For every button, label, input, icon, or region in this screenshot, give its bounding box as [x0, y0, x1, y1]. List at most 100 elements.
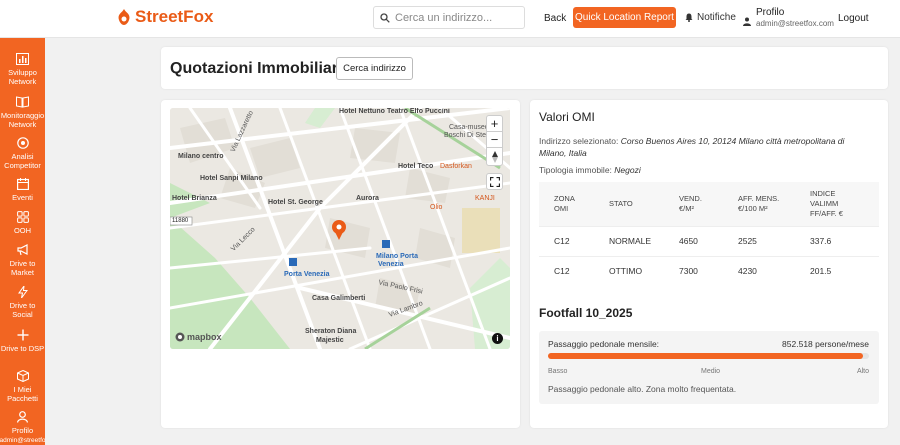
map-label: Venezia — [378, 261, 404, 268]
sidebar-item-profilo[interactable]: Profilo admin@streetfo — [0, 411, 45, 445]
sidebar-item-label: Eventi — [12, 193, 33, 202]
footfall-title: Footfall 10_2025 — [539, 306, 633, 320]
cell-rent: 2525 — [723, 225, 795, 256]
fullscreen-button[interactable] — [486, 173, 503, 190]
sidebar-item-label: Analisi Competitor — [4, 152, 41, 170]
compass-icon — [491, 150, 498, 163]
omi-title: Valori OMI — [539, 110, 595, 124]
column-header: AFF. MENS. €/100 M² — [723, 182, 795, 226]
footfall-note: Passaggio pedonale alto. Zona molto freq… — [548, 384, 737, 394]
map-label: Teatro Elfo Puccini — [387, 108, 450, 115]
sidebar-item-label: Drive to Market — [9, 259, 36, 277]
search-address-button[interactable]: Cerca indirizzo — [336, 57, 413, 80]
sidebar-item-analisi-competitor[interactable]: Analisi Competitor — [0, 137, 45, 170]
address-label: Indirizzo selezionato: — [539, 136, 619, 146]
address-search[interactable] — [373, 6, 525, 29]
map-label: Porta Venezia — [284, 271, 330, 278]
cell-index: 201.5 — [795, 255, 879, 286]
column-header: ZONA OMI — [539, 182, 594, 226]
map-view[interactable]: Hotel Nettuno Teatro Elfo Puccini Casa-m… — [170, 108, 510, 349]
bell-icon — [685, 13, 693, 22]
fullscreen-icon — [489, 176, 500, 187]
cell-status: NORMALE — [594, 225, 664, 256]
map-label: Milano Porta — [376, 253, 419, 260]
sidebar-item-drive-to-market[interactable]: Drive to Market — [0, 244, 45, 277]
notifications-label: Notifiche — [697, 12, 736, 23]
back-link[interactable]: Back — [544, 13, 566, 24]
sidebar-item-ooh[interactable]: OOH — [0, 211, 45, 235]
chart-bars-icon — [16, 53, 29, 65]
target-icon — [16, 137, 29, 149]
footfall-bar-fill — [548, 353, 863, 359]
sidebar-item-label: Monitoraggio Network — [0, 111, 45, 129]
calendar-icon — [16, 178, 29, 190]
sidebar-email: admin@streetfo — [0, 437, 45, 444]
sidebar-item-i-miei-pacchetti[interactable]: I Miei Pacchetti — [0, 370, 45, 403]
scale-high: Alto — [856, 368, 869, 375]
brand-logo[interactable]: StreetFox — [117, 7, 213, 27]
omi-table-header: ZONA OMI STATO VEND. €/M² AFF. MENS. €/100 … — [539, 182, 879, 226]
sidebar-item-label: Drive to Social — [9, 301, 36, 319]
map-label: Dasforkan — [440, 163, 472, 170]
compass-button[interactable] — [486, 147, 503, 166]
sidebar-item-label: Drive to DSP — [0, 344, 45, 353]
cell-sale: 7300 — [664, 255, 723, 286]
sidebar-item-eventi[interactable]: Eventi — [0, 178, 45, 202]
table-row: C12 NORMALE 4650 2525 337.6 — [539, 225, 879, 256]
omi-table: ZONA OMI STATO VEND. €/M² AFF. MENS. €/100 … — [539, 182, 879, 286]
map-label: Aurora — [356, 195, 379, 202]
property-type-label: Tipologia immobile: — [539, 165, 612, 175]
top-bar: StreetFox Back Quick Location Report Not… — [0, 0, 900, 38]
mapbox-icon — [175, 332, 185, 342]
profile-email: admin@streetfox.com — [756, 19, 834, 28]
map-label: 11880 — [172, 218, 189, 224]
lightning-icon — [17, 286, 28, 298]
user-icon — [743, 17, 751, 26]
sidebar-item-monitoraggio-network[interactable]: Monitoraggio Network — [0, 96, 45, 129]
map-label: Casa Galimberti — [312, 295, 366, 302]
zoom-out-button[interactable]: − — [486, 131, 503, 148]
map-label: Hotel Sanpi Milano — [200, 175, 263, 182]
cell-index: 337.6 — [795, 225, 879, 256]
info-icon[interactable]: i — [492, 333, 503, 344]
sidebar-item-label: OOH — [13, 226, 32, 235]
map-label: Majestic — [316, 337, 344, 344]
logout-link[interactable]: Logout — [838, 13, 869, 24]
column-header: INDICE VALIMM FF/AFF. € — [795, 182, 879, 226]
footfall-box: Passaggio pedonale mensile: 852.518 pers… — [539, 331, 879, 404]
cell-status: OTTIMO — [594, 255, 664, 286]
sidebar-item-drive-to-social[interactable]: Drive to Social — [0, 286, 45, 319]
mapbox-logo: mapbox — [175, 332, 222, 342]
profile-label: Profilo — [756, 7, 785, 18]
map-label: Sheraton Diana — [305, 328, 357, 335]
sidebar: Sviluppo Network Monitoraggio Network An… — [0, 38, 45, 445]
scale-low: Basso — [548, 368, 568, 375]
cell-rent: 4230 — [723, 255, 795, 286]
zoom-in-button[interactable]: + — [486, 115, 503, 132]
cell-zone: C12 — [539, 255, 594, 286]
map-label: Boschi Di Stef — [444, 132, 488, 139]
sidebar-item-label: I Miei Pacchetti — [7, 385, 38, 403]
cell-sale: 4650 — [664, 225, 723, 256]
mapbox-attribution: mapbox — [187, 332, 222, 342]
profile-menu[interactable]: Profilo admin@streetfox.com — [743, 7, 834, 28]
footfall-bar-track — [548, 353, 869, 359]
column-header: VEND. €/M² — [664, 182, 723, 226]
map-label: Hotel Brianza — [172, 195, 217, 202]
megaphone-icon — [16, 244, 28, 256]
notifications-button[interactable]: Notifiche — [685, 12, 736, 23]
map-label: Hotel St. George — [268, 199, 323, 206]
quick-location-report-button[interactable]: Quick Location Report — [573, 7, 676, 28]
grid-icon — [16, 211, 29, 223]
scale-mid: Medio — [701, 368, 721, 375]
map-label: KANJI — [475, 195, 495, 202]
sidebar-item-sviluppo-network[interactable]: Sviluppo Network — [0, 53, 45, 86]
sidebar-item-drive-to-dsp[interactable]: Drive to DSP — [0, 329, 45, 353]
user-icon — [17, 411, 28, 423]
map-label: Hotel Teco — [398, 163, 434, 170]
map-label: Hotel Nettuno — [339, 108, 385, 115]
fox-logo-icon — [118, 9, 130, 25]
search-input[interactable] — [395, 11, 515, 24]
address-info: Indirizzo selezionato: Corso Buenos Aire… — [539, 135, 869, 159]
column-header: STATO — [594, 182, 664, 226]
